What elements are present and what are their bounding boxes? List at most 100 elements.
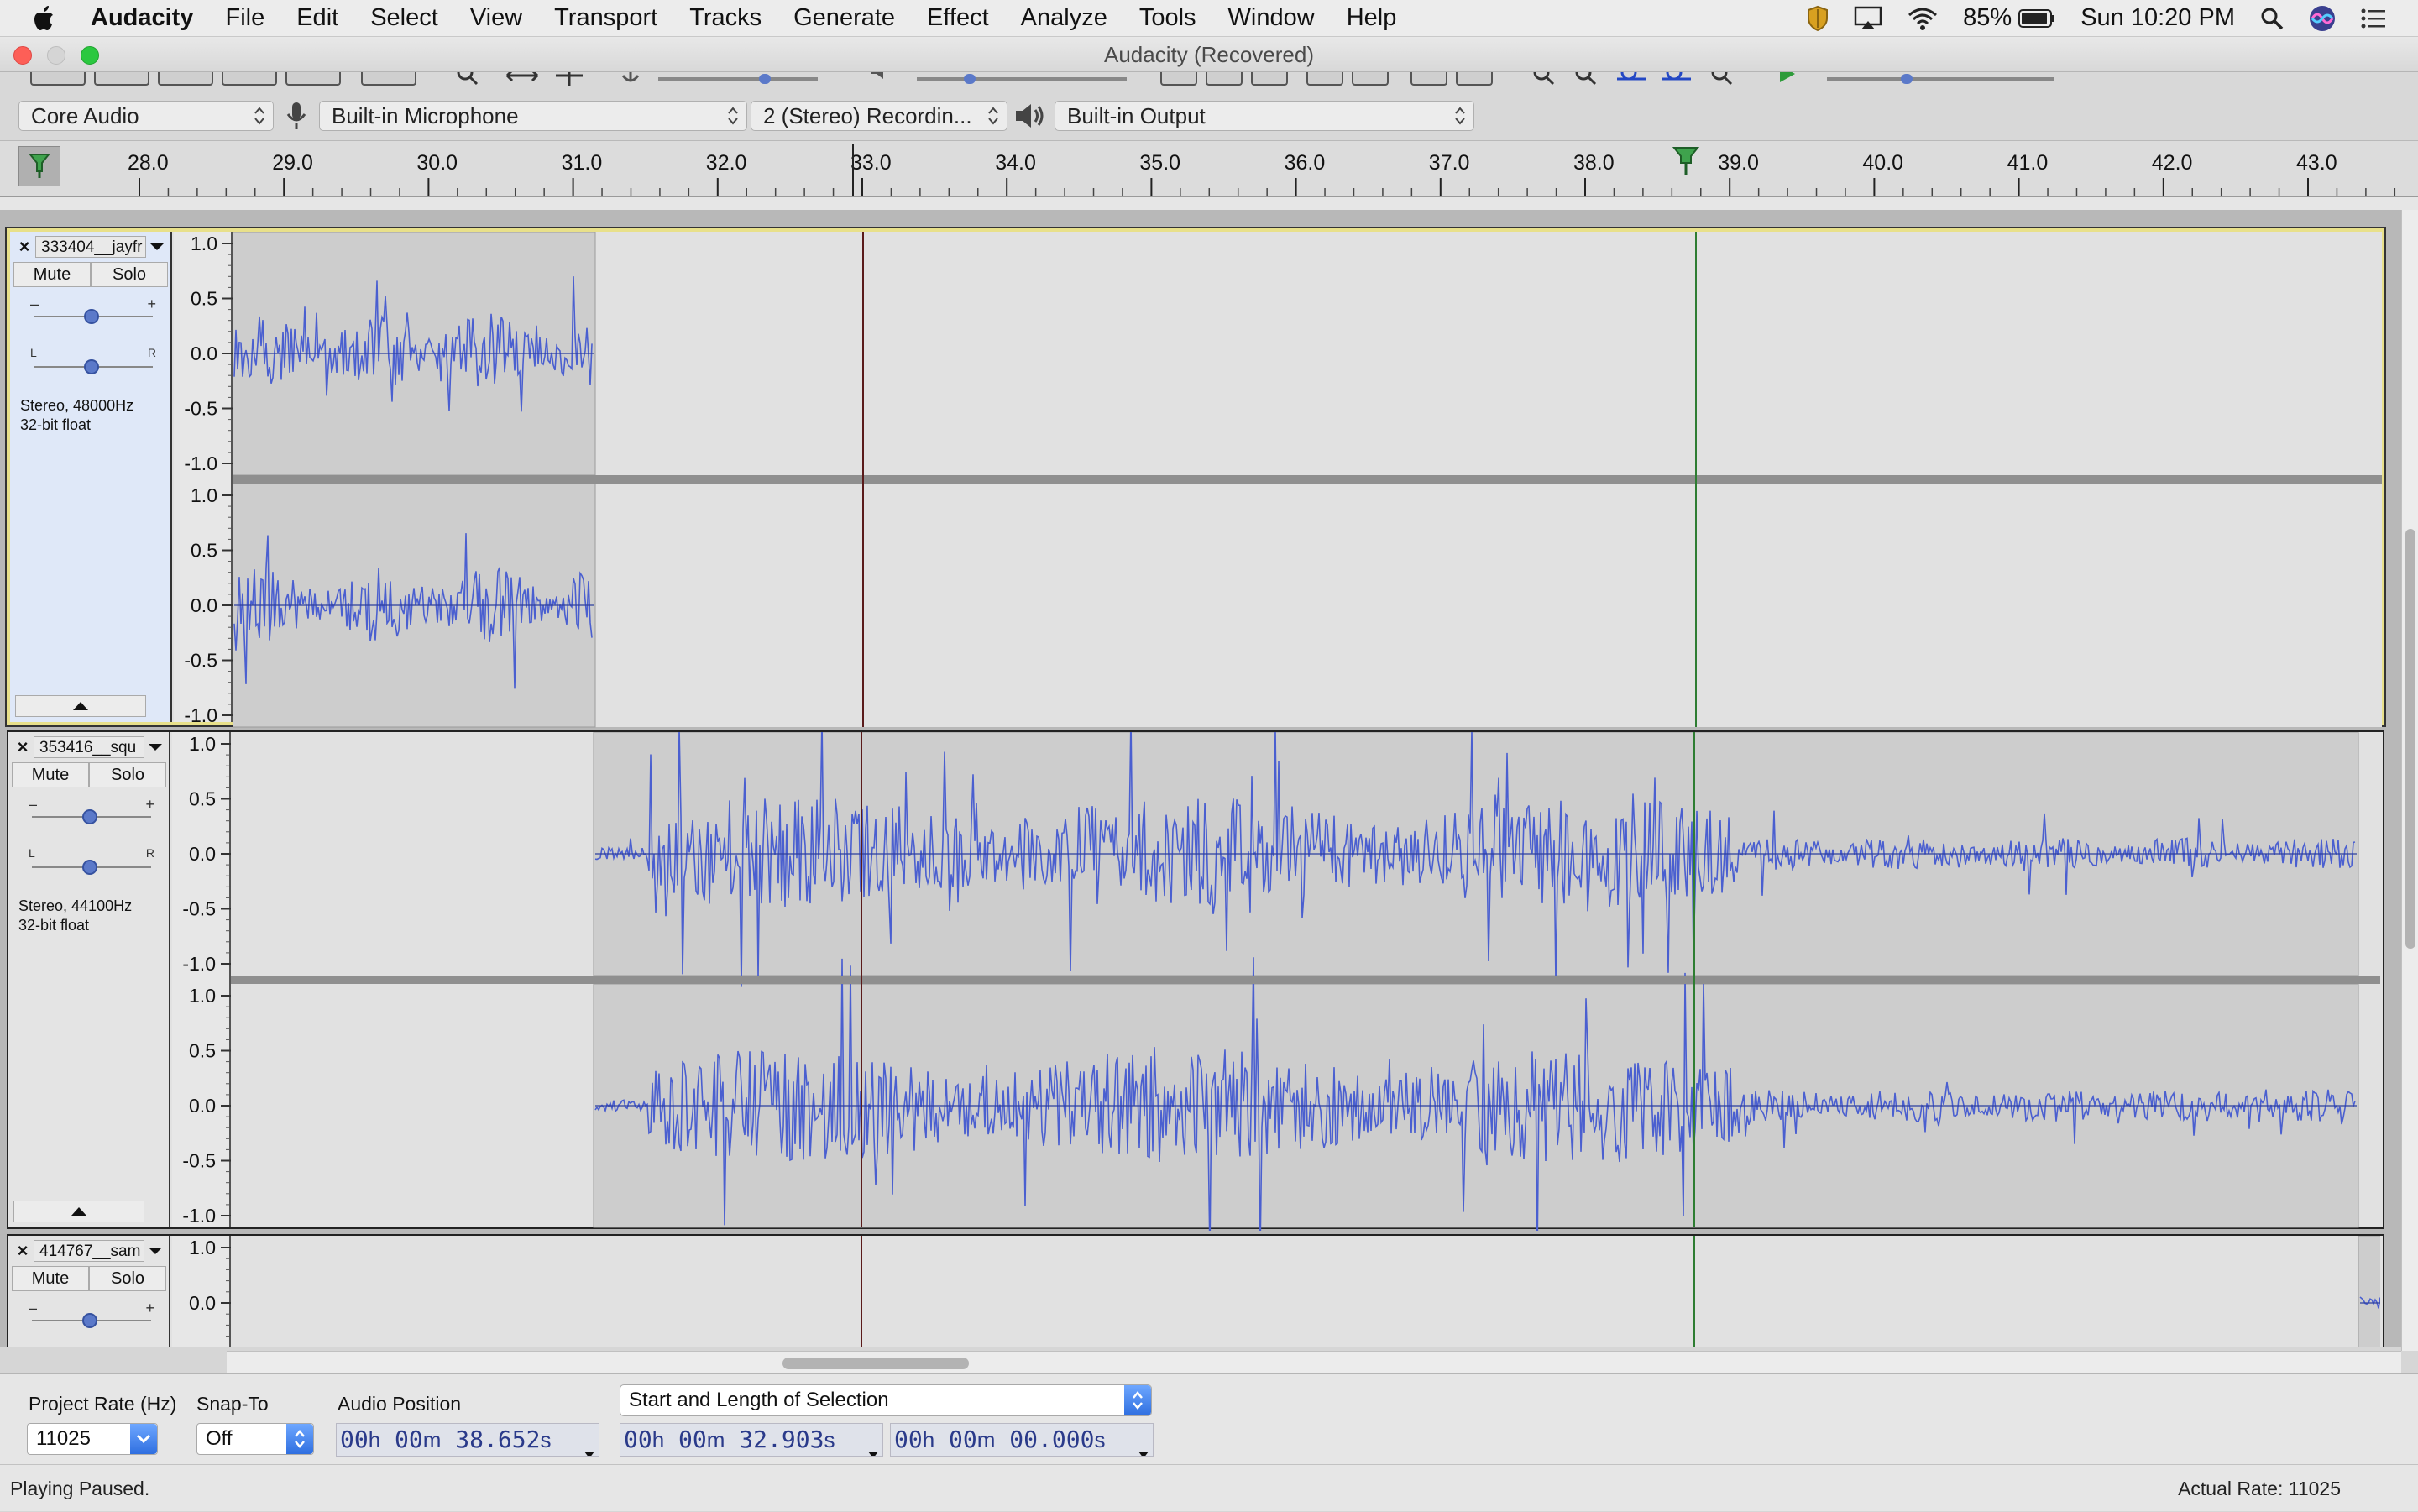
gain-slider[interactable]: – + [30,296,156,327]
track-name[interactable]: 333404__jayfr [35,236,146,258]
minimize-window-button[interactable] [47,46,65,65]
solo-button[interactable]: Solo [89,762,166,787]
dropdown-arrow-icon[interactable] [130,1424,157,1454]
track-menu-dropdown-icon[interactable] [146,242,168,252]
collapse-track-button[interactable] [15,695,146,717]
gain-slider[interactable]: – + [29,1300,154,1332]
zoom-out-icon[interactable] [1572,72,1602,89]
battery-percent[interactable]: 85% [1963,4,2012,32]
paste-button[interactable] [1251,72,1288,86]
menu-help[interactable]: Help [1347,4,1397,32]
gain-slider-thumb[interactable] [84,309,99,324]
selection-start-time[interactable]: 00h 00m 32.903s [620,1423,883,1457]
silence-button[interactable] [1352,72,1389,86]
track-menu-dropdown-icon[interactable] [144,742,166,752]
toolbar-button-stub[interactable] [361,72,416,86]
horizontal-scrollbar-thumb[interactable] [782,1358,969,1369]
zoom-in-icon[interactable] [1530,72,1560,89]
mute-button[interactable]: Mute [12,762,89,787]
audio-track[interactable]: × 353416__squ Mute Solo – + L R Stereo, … [7,730,2384,1231]
close-track-icon[interactable]: × [13,236,35,258]
close-window-button[interactable] [13,46,32,65]
waveform-canvas[interactable] [231,732,2380,1231]
playback-volume-slider[interactable] [917,74,1127,84]
menu-transport[interactable]: Transport [554,4,657,32]
play-head-marker[interactable] [1672,147,1700,175]
pan-slider[interactable]: L R [30,346,156,378]
menu-edit[interactable]: Edit [296,4,338,32]
zoom-toggle-icon[interactable] [1708,72,1738,89]
collapse-track-button[interactable] [13,1201,144,1222]
menu-audacity[interactable]: Audacity [91,4,193,32]
wifi-icon[interactable] [1908,7,1938,30]
siri-icon[interactable] [2309,5,2336,32]
airplay-icon[interactable] [1854,6,1882,31]
pan-slider[interactable]: L R [29,846,154,878]
slider-thumb[interactable] [759,74,771,84]
timeshift-tool-icon[interactable] [504,72,541,89]
menu-tools[interactable]: Tools [1139,4,1196,32]
play-speed-slider[interactable] [1827,74,2054,84]
toolbar-button-stub[interactable] [158,72,213,86]
zoom-tool-icon[interactable] [453,72,487,89]
menu-select[interactable]: Select [370,4,438,32]
menu-effect[interactable]: Effect [927,4,989,32]
play-at-speed-icon[interactable] [1775,72,1800,89]
updown-arrows-icon[interactable] [1124,1385,1151,1415]
updown-arrows-icon[interactable] [286,1424,313,1454]
toolbar-button-stub[interactable] [285,72,341,86]
menu-tracks[interactable]: Tracks [689,4,762,32]
project-rate-combo[interactable]: 11025 [27,1423,158,1455]
track-menu-dropdown-icon[interactable] [144,1246,166,1256]
format-dropdown-icon[interactable] [867,1436,879,1456]
apple-logo-icon[interactable] [32,5,65,32]
audio-track[interactable]: × 333404__jayfr Mute Solo – + L R Stereo… [5,227,2386,728]
slider-thumb[interactable] [1901,74,1913,84]
selection-length-time[interactable]: 00h 00m 00.000s [890,1423,1154,1457]
audio-host-select[interactable]: Core Audio [18,101,274,131]
clock[interactable]: Sun 10:20 PM [2080,4,2235,32]
menu-view[interactable]: View [470,4,522,32]
vertical-scrollbar-thumb[interactable] [2405,529,2415,949]
toolbar-button-stub[interactable] [94,72,149,86]
cut-button[interactable] [1160,72,1197,86]
close-track-icon[interactable]: × [12,1240,34,1262]
recording-volume-slider[interactable] [658,74,818,84]
timeline-ruler[interactable]: 28.0 29.0 30.0 31.0 32.0 33.0 34.0 35.0 36.0 37.0… [0,141,2418,210]
toolbar-button-stub[interactable] [30,72,86,86]
trim-button[interactable] [1306,72,1343,86]
output-device-select[interactable]: Built-in Output [1055,101,1474,131]
waveform-area[interactable] [233,232,2382,728]
menu-window[interactable]: Window [1228,4,1315,32]
menu-analyze[interactable]: Analyze [1021,4,1107,32]
solo-button[interactable]: Solo [89,1266,166,1291]
solo-button[interactable]: Solo [91,262,168,287]
waveform-area[interactable] [231,1236,2383,1347]
format-dropdown-icon[interactable] [584,1436,595,1456]
mute-button[interactable]: Mute [12,1266,89,1291]
copy-button[interactable] [1206,72,1243,86]
close-track-icon[interactable]: × [12,736,34,758]
waveform-area[interactable] [231,732,2383,1231]
snap-to-select[interactable]: Off [196,1423,314,1455]
format-dropdown-icon[interactable] [1138,1436,1149,1456]
shield-icon[interactable] [1807,5,1829,32]
input-channels-select[interactable]: 2 (Stereo) Recordin... [751,101,1008,131]
audio-track[interactable]: × 414767__sam Mute Solo – + 1.00.0-1.0 [7,1234,2384,1347]
track-name[interactable]: 414767__sam [34,1240,144,1262]
zoom-window-button[interactable] [81,46,99,65]
fit-project-icon[interactable] [1661,72,1694,89]
gain-slider[interactable]: – + [29,796,154,828]
spotlight-search-icon[interactable] [2260,7,2284,30]
toolbar-button-stub[interactable] [222,72,277,86]
pan-slider-thumb[interactable] [84,359,99,374]
waveform-canvas[interactable] [233,232,2382,729]
track-name[interactable]: 353416__squ [34,736,144,758]
fit-selection-icon[interactable] [1615,72,1649,89]
gain-slider-thumb[interactable] [82,1313,97,1328]
menu-file[interactable]: File [225,4,264,32]
multi-tool-icon[interactable] [551,72,588,89]
battery-icon[interactable] [2018,8,2055,28]
undo-button[interactable] [1410,72,1447,86]
horizontal-scrollbar[interactable] [227,1351,2401,1373]
